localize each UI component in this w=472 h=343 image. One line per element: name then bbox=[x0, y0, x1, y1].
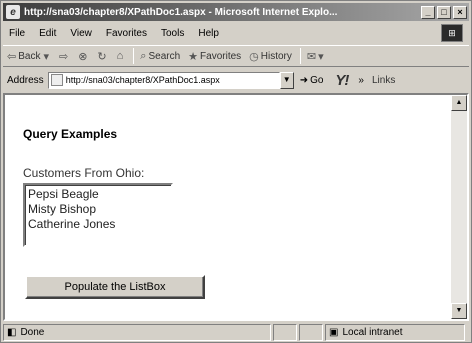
vertical-scrollbar[interactable]: ▲ ▼ bbox=[451, 95, 467, 319]
customers-label: Customers From Ohio: bbox=[23, 166, 145, 180]
list-item[interactable]: Misty Bishop bbox=[28, 202, 168, 217]
status-text-cell: ◧ Done bbox=[3, 324, 271, 341]
list-item[interactable]: Catherine Jones bbox=[28, 217, 168, 232]
title-bar: e http://sna03/chapter8/XPathDoc1.aspx -… bbox=[3, 3, 469, 21]
refresh-icon: ↻ bbox=[97, 50, 107, 63]
chevron-down-icon: ▾ bbox=[318, 50, 324, 63]
favorites-label: Favorites bbox=[200, 50, 242, 62]
forward-arrow-icon: ⇨ bbox=[58, 50, 69, 63]
toolbar-separator bbox=[299, 48, 301, 64]
security-zone-text: Local intranet bbox=[342, 327, 403, 338]
stop-button[interactable]: ⊗ bbox=[78, 50, 89, 63]
page-title: Query Examples bbox=[23, 127, 118, 141]
page-icon bbox=[50, 74, 63, 86]
stop-icon: ⊗ bbox=[78, 50, 88, 63]
list-item[interactable]: Pepsi Beagle bbox=[28, 187, 168, 202]
scroll-down-button[interactable]: ▼ bbox=[451, 303, 467, 319]
refresh-button[interactable]: ↻ bbox=[97, 50, 108, 63]
history-label: History bbox=[260, 50, 292, 62]
home-button[interactable]: ⌂ bbox=[117, 50, 126, 62]
menu-view[interactable]: View bbox=[70, 28, 92, 39]
address-input[interactable]: http://sna03/chapter8/XPathDoc1.aspx bbox=[47, 71, 280, 89]
page-content: Query Examples Customers From Ohio: Peps… bbox=[3, 93, 469, 321]
go-label: Go bbox=[310, 74, 324, 86]
go-button[interactable]: ➜ Go bbox=[300, 75, 324, 86]
chevron-down-icon: ▾ bbox=[43, 50, 49, 63]
address-dropdown-button[interactable]: ▼ bbox=[279, 71, 294, 89]
history-button[interactable]: ◷ History bbox=[249, 50, 292, 63]
menu-bar: File Edit View Favorites Tools Help ⊞ bbox=[3, 23, 469, 43]
menu-tools[interactable]: Tools bbox=[161, 28, 184, 39]
windows-logo-icon: ⊞ bbox=[441, 24, 463, 42]
menu-favorites[interactable]: Favorites bbox=[106, 28, 147, 39]
close-button[interactable]: × bbox=[453, 5, 467, 19]
chevron-right-icon[interactable]: » bbox=[358, 75, 364, 86]
security-zone-cell: ▣ Local intranet bbox=[325, 324, 465, 341]
history-icon: ◷ bbox=[249, 50, 259, 63]
maximize-button[interactable]: □ bbox=[437, 5, 451, 19]
minimize-button[interactable]: _ bbox=[421, 5, 435, 19]
search-button[interactable]: ⌕ Search bbox=[140, 50, 180, 63]
back-arrow-icon: ⇦ bbox=[7, 50, 17, 63]
menu-edit[interactable]: Edit bbox=[39, 28, 56, 39]
mail-button[interactable]: ✉ ▾ bbox=[307, 50, 326, 63]
status-bar: ◧ Done ▣ Local intranet bbox=[3, 323, 469, 342]
yahoo-logo-icon[interactable]: Y! bbox=[335, 72, 349, 89]
links-button[interactable]: Links bbox=[372, 75, 395, 86]
page-done-icon: ◧ bbox=[7, 327, 17, 338]
address-label: Address bbox=[7, 74, 44, 86]
browser-window: e http://sna03/chapter8/XPathDoc1.aspx -… bbox=[0, 0, 472, 343]
status-cell bbox=[273, 324, 297, 341]
home-icon: ⌂ bbox=[116, 50, 124, 62]
window-title: http://sna03/chapter8/XPathDoc1.aspx - M… bbox=[24, 6, 338, 18]
favorites-button[interactable]: ★ Favorites bbox=[188, 50, 241, 63]
go-arrow-icon: ➜ bbox=[299, 74, 309, 86]
address-url: http://sna03/chapter8/XPathDoc1.aspx bbox=[65, 75, 220, 85]
back-button[interactable]: ⇦ Back ▾ bbox=[7, 50, 51, 63]
address-bar: Address http://sna03/chapter8/XPathDoc1.… bbox=[3, 69, 469, 91]
populate-listbox-button[interactable]: Populate the ListBox bbox=[25, 275, 205, 299]
back-label: Back bbox=[18, 50, 41, 62]
menu-help[interactable]: Help bbox=[198, 28, 219, 39]
mail-icon: ✉ bbox=[306, 50, 317, 63]
favorites-icon: ★ bbox=[188, 50, 199, 63]
search-icon: ⌕ bbox=[140, 49, 147, 62]
search-label: Search bbox=[148, 50, 181, 62]
toolbar-separator bbox=[133, 48, 135, 64]
standard-toolbar: ⇦ Back ▾ ⇨ ⊗ ↻ ⌂ ⌕ Search ★ Favorites ◷ … bbox=[3, 45, 469, 67]
internet-explorer-icon: e bbox=[6, 5, 20, 19]
status-cell bbox=[299, 324, 323, 341]
status-text: Done bbox=[20, 327, 45, 338]
customers-listbox[interactable]: Pepsi Beagle Misty Bishop Catherine Jone… bbox=[23, 183, 173, 247]
intranet-icon: ▣ bbox=[329, 327, 339, 338]
scroll-up-button[interactable]: ▲ bbox=[451, 95, 467, 111]
menu-file[interactable]: File bbox=[9, 28, 25, 39]
forward-button[interactable]: ⇨ bbox=[59, 50, 70, 63]
